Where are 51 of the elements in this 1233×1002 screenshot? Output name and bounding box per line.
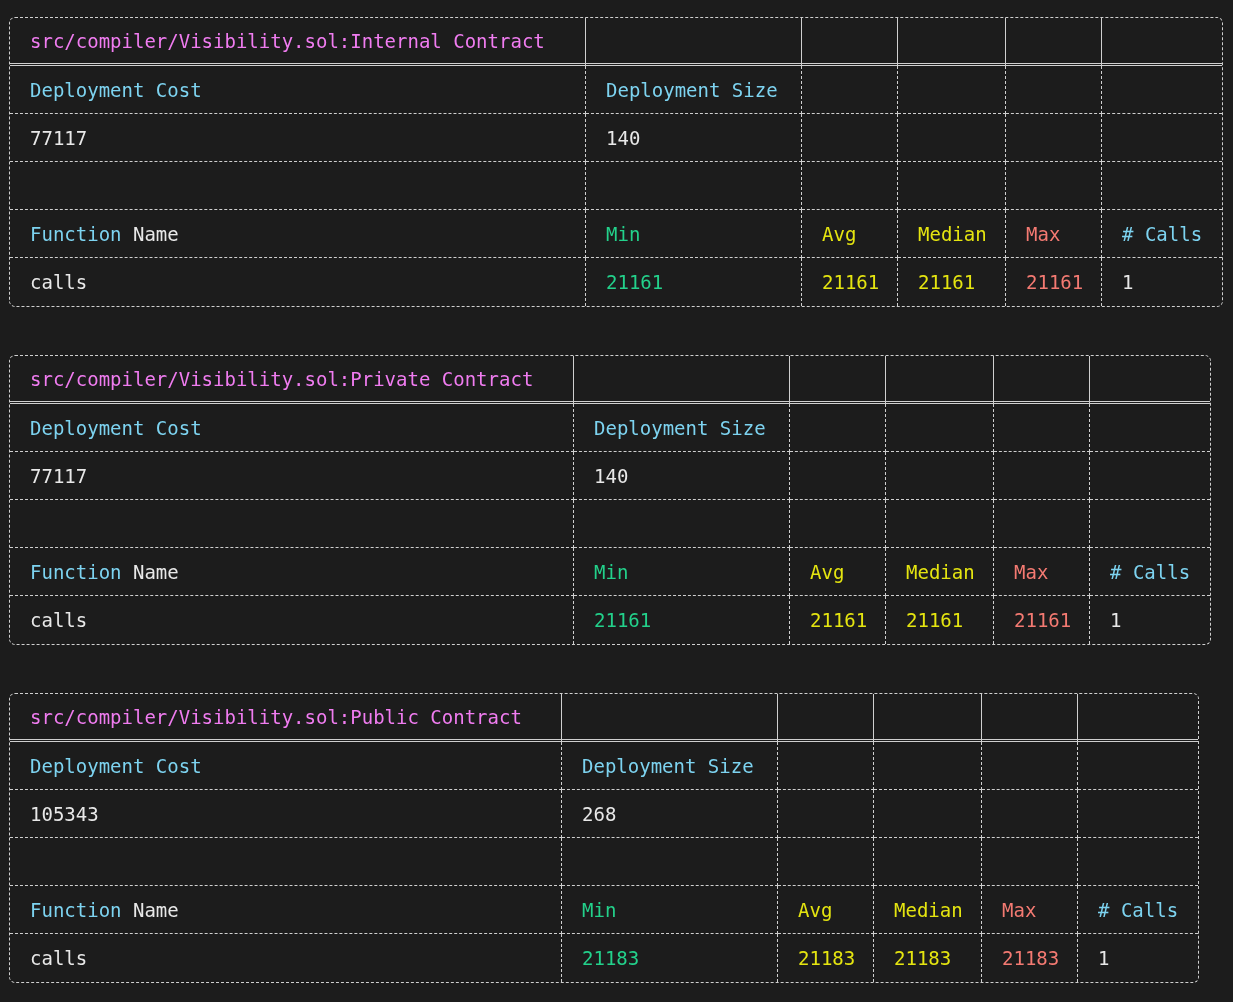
column-header: Median (886, 548, 994, 596)
table-cell: 21183 (562, 934, 778, 982)
column-header: Median (898, 210, 1006, 258)
table-cell: calls (10, 596, 574, 644)
table-cell: calls (10, 934, 562, 982)
column-header: Function Name (10, 886, 562, 934)
table-cell: 21161 (586, 258, 802, 306)
table-cell: 21183 (982, 934, 1078, 982)
column-header: Function Name (10, 210, 586, 258)
column-header: Min (574, 548, 790, 596)
column-header: Max (994, 548, 1090, 596)
table-cell: 21161 (898, 258, 1006, 306)
column-header: # Calls (1078, 886, 1198, 934)
table-cell: 21161 (886, 596, 994, 644)
column-header: Avg (790, 548, 886, 596)
table-cell: 105343 (10, 790, 562, 838)
table-cell-text: 1 (1109, 608, 1123, 633)
column-header: # Calls (1102, 210, 1222, 258)
column-header: # Calls (1090, 548, 1210, 596)
table-cell: 21183 (874, 934, 982, 982)
column-header: Deployment Cost (10, 742, 562, 790)
table-cell-text: 1 (1097, 946, 1111, 971)
column-header: Avg (778, 886, 874, 934)
table-title: src/compiler/Visibility.sol:Private Contract (10, 356, 574, 404)
column-header: Max (1006, 210, 1102, 258)
table-cell: 140 (574, 452, 790, 500)
column-header: Deployment Cost (10, 404, 574, 452)
table-cell: 21161 (574, 596, 790, 644)
table-cell: 268 (562, 790, 778, 838)
table-cell: 77117 (10, 452, 574, 500)
table-cell-text: 1 (1121, 270, 1135, 295)
table-cell: 140 (586, 114, 802, 162)
table-title: src/compiler/Visibility.sol:Public Contract (10, 694, 562, 742)
table-title: src/compiler/Visibility.sol:Internal Contract (10, 18, 586, 66)
table-cell: calls (10, 258, 586, 306)
column-header: Deployment Cost (10, 66, 586, 114)
column-header: Deployment Size (574, 404, 790, 452)
table-cell: 21161 (994, 596, 1090, 644)
table-cell: 21161 (802, 258, 898, 306)
table-cell: 21161 (790, 596, 886, 644)
column-header: Median (874, 886, 982, 934)
column-header: Avg (802, 210, 898, 258)
column-header: Max (982, 886, 1078, 934)
table-cell: 21161 (1006, 258, 1102, 306)
column-header: Min (562, 886, 778, 934)
table-cell: 77117 (10, 114, 586, 162)
column-header: Deployment Size (562, 742, 778, 790)
column-header: Min (586, 210, 802, 258)
column-header: Deployment Size (586, 66, 802, 114)
column-header: Function Name (10, 548, 574, 596)
table-cell: 21183 (778, 934, 874, 982)
